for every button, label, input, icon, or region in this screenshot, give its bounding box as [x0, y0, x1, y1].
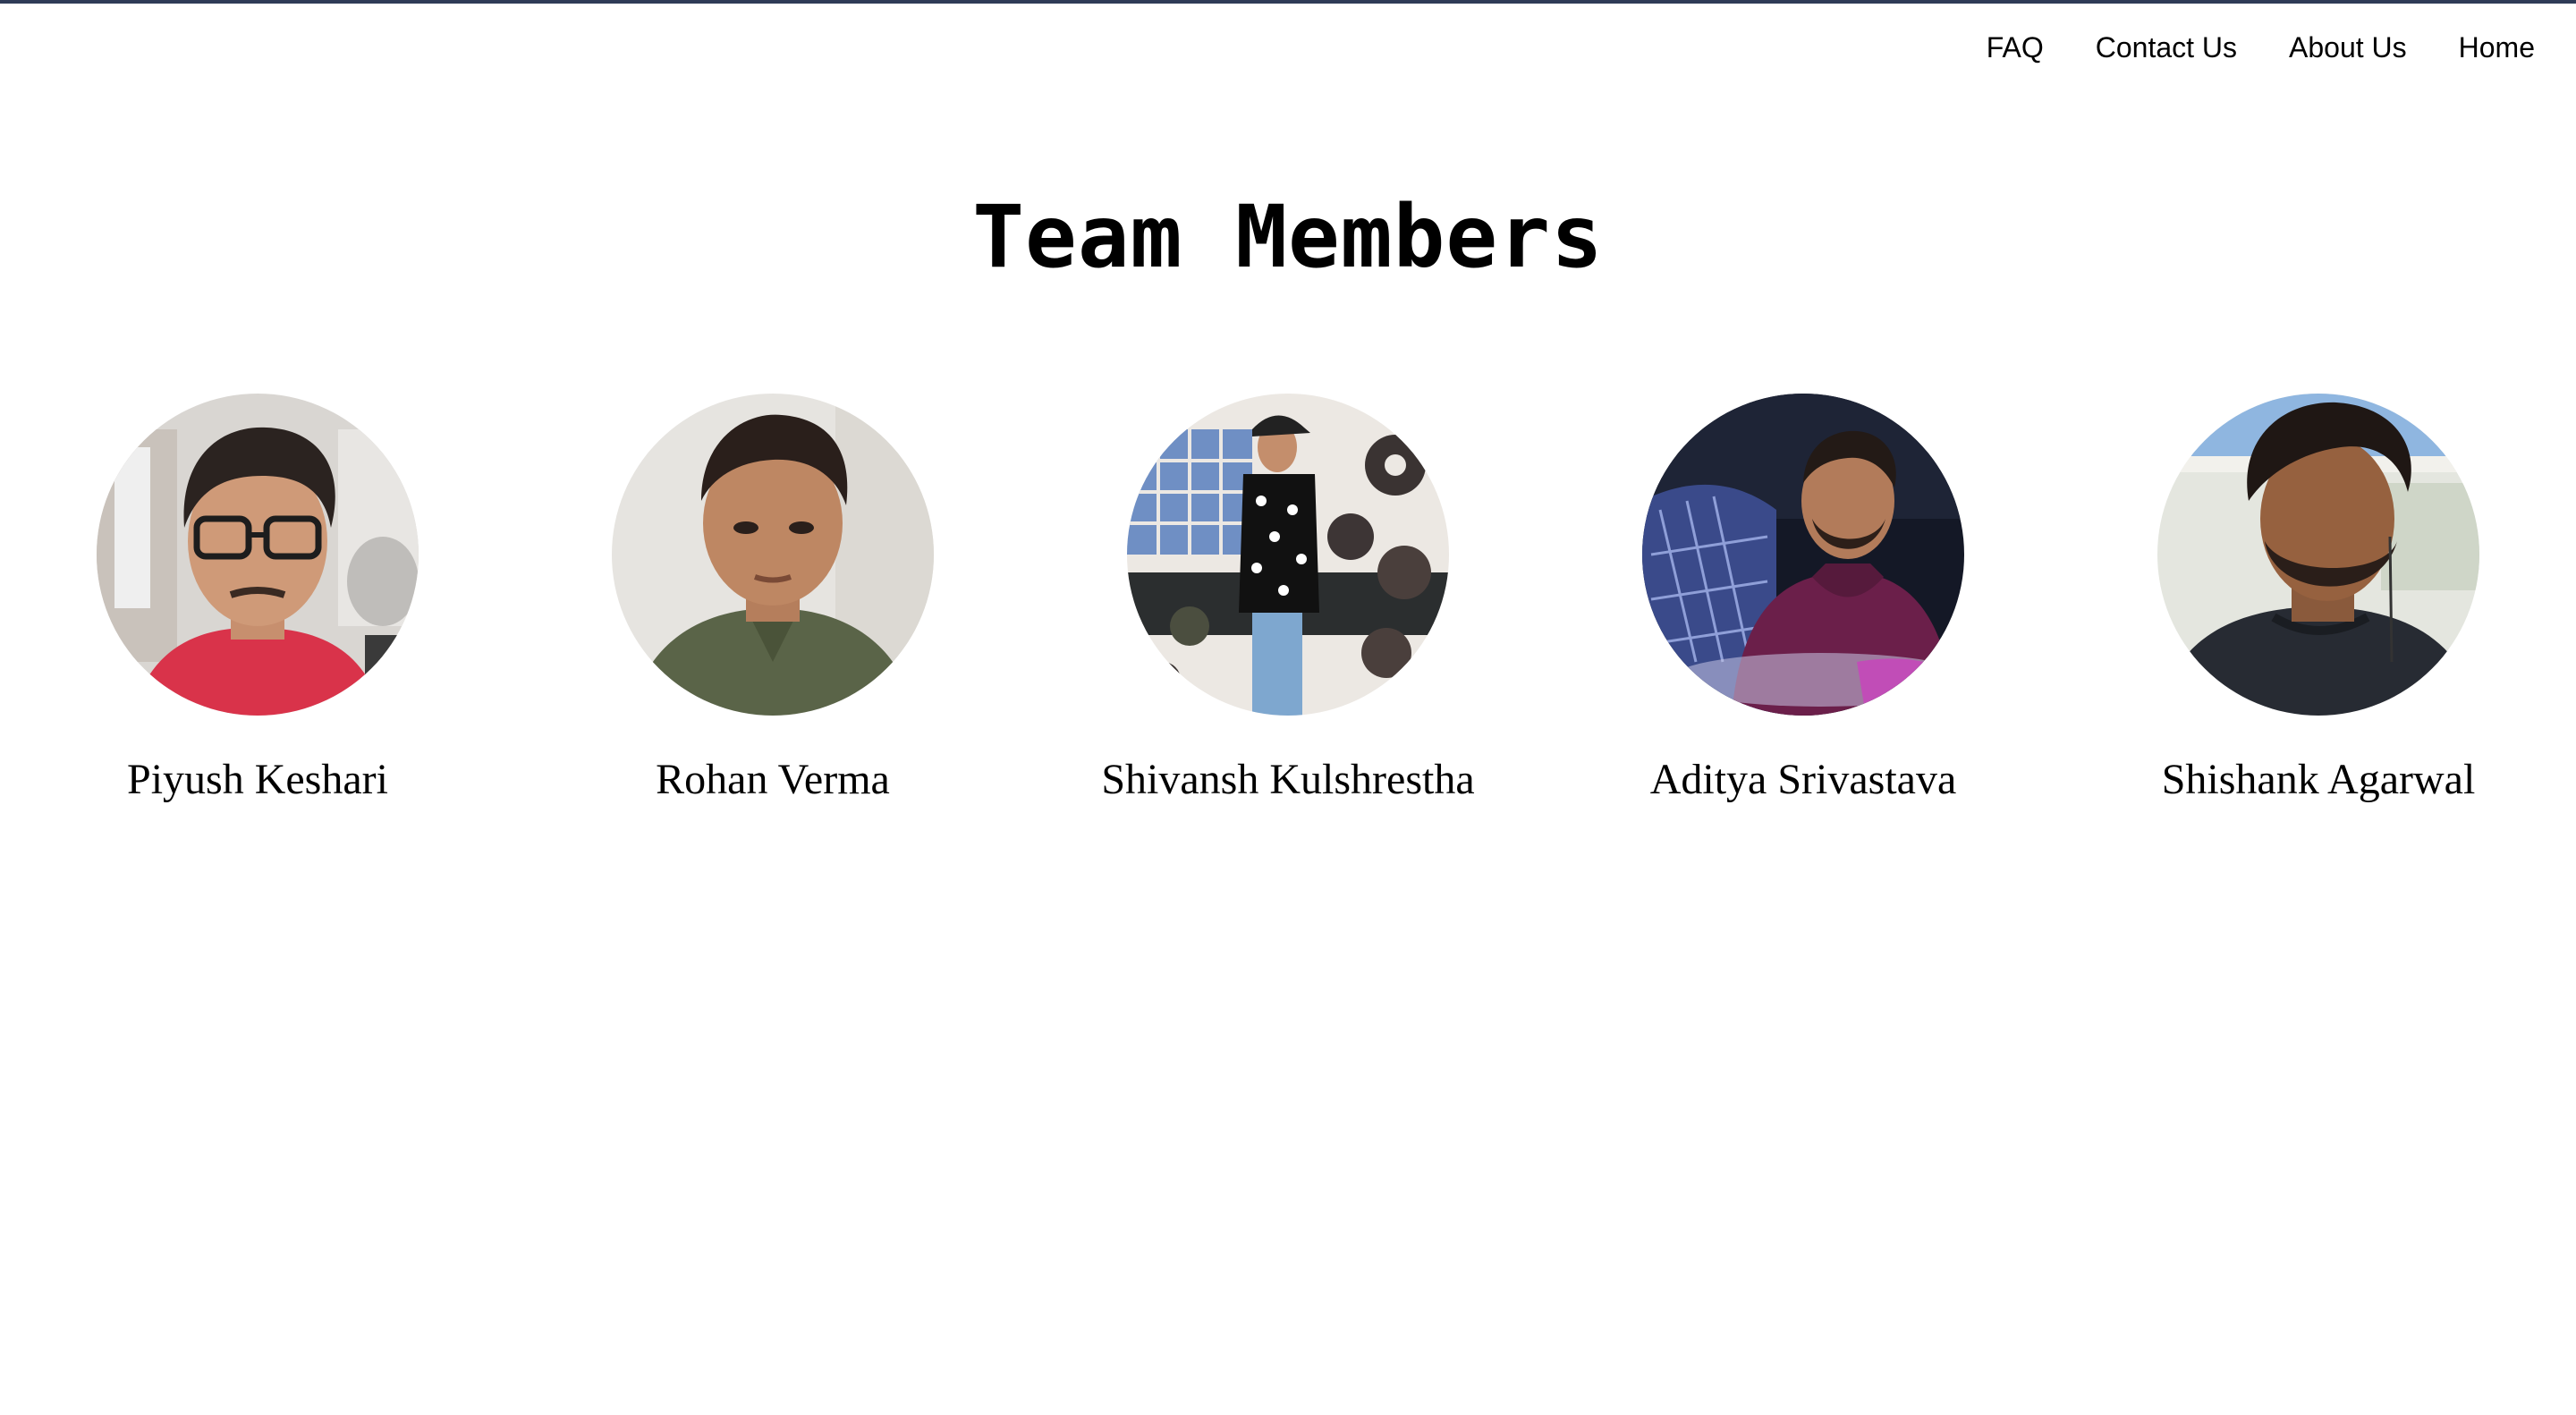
member-photo — [1127, 394, 1449, 716]
member-name: Aditya Srivastava — [1649, 756, 1957, 803]
nav-link-contact-us[interactable]: Contact Us — [2096, 31, 2237, 64]
team-member-card: Piyush Keshari — [7, 394, 508, 823]
team-members-row: Piyush Keshari Rohan Verma Shivansh Kuls… — [0, 394, 2576, 823]
member-photo — [97, 394, 419, 716]
member-photo — [612, 394, 934, 716]
member-name: Shivansh Kulshrestha — [1101, 756, 1475, 803]
team-member-card: Shivansh Kulshrestha — [1038, 394, 1538, 823]
member-name: Rohan Verma — [656, 756, 890, 803]
member-photo — [1642, 394, 1964, 716]
member-name: Piyush Keshari — [127, 756, 388, 803]
top-nav: FAQ Contact Us About Us Home — [1987, 25, 2535, 70]
top-rule — [0, 0, 2576, 4]
team-member-card: Rohan Verma — [522, 394, 1023, 823]
member-name: Shishank Agarwal — [2161, 756, 2476, 803]
team-member-card: Aditya Srivastava — [1553, 394, 2054, 823]
team-member-card: Shishank Agarwal — [2068, 394, 2569, 823]
nav-link-home[interactable]: Home — [2459, 31, 2535, 64]
member-photo — [2157, 394, 2479, 716]
page-title: Team Members — [972, 187, 1604, 287]
nav-link-faq[interactable]: FAQ — [1987, 31, 2044, 64]
nav-link-about-us[interactable]: About Us — [2289, 31, 2407, 64]
